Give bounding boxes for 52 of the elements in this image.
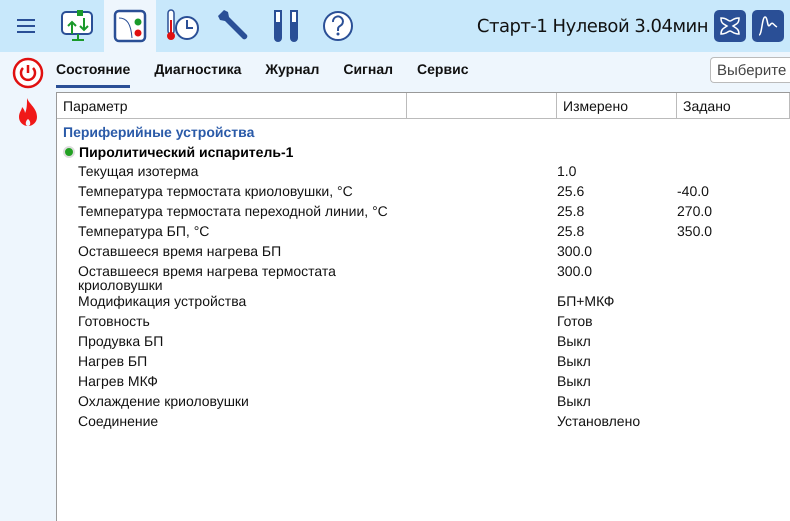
- table-cell-text: 350.0: [677, 222, 714, 241]
- table-cell-text: Готовность: [77, 312, 151, 331]
- peak-icon: [757, 15, 779, 37]
- table-cell-text: -40.0: [677, 182, 710, 201]
- table-cell-text: Выкл: [557, 332, 592, 351]
- table-cell-text: Продувка БП: [77, 332, 164, 351]
- table-cell-text: Охлаждение криоловушки: [77, 392, 250, 411]
- toolbar-button[interactable]: [752, 10, 784, 42]
- table-cell-text: Выкл: [557, 392, 592, 411]
- table-cell-text: Нагрев МКФ: [77, 372, 159, 391]
- column-header[interactable]: Измерено: [557, 93, 677, 119]
- column-header[interactable]: Параметр: [57, 93, 407, 119]
- table-cell-text: 1.0: [557, 162, 578, 181]
- tab[interactable]: Сигнал: [343, 52, 394, 88]
- table-cell-text: Текущая изотерма: [77, 162, 200, 181]
- side-button[interactable]: [10, 56, 46, 90]
- table-cell-text: Оставшееся время нагрева термостата криоловушки: [77, 262, 337, 292]
- butterfly-icon: [719, 15, 741, 37]
- table-cell-text: Установлено: [557, 412, 642, 431]
- table-cell-text: Выкл: [557, 352, 592, 371]
- tab[interactable]: Состояние: [56, 52, 130, 88]
- table-cell-text: 25.6: [557, 182, 586, 201]
- table-cell-text: БП+МКФ: [557, 292, 616, 311]
- table-cell-text: Температура термостата криоловушки, °C: [77, 182, 354, 201]
- toolbar-button[interactable]: [104, 0, 156, 52]
- monitor-arrows-icon: [60, 8, 96, 44]
- table-cell-text: 300.0: [557, 262, 594, 281]
- run-status: Старт-1 Нулевой 3.04мин: [476, 16, 708, 36]
- toolbar-button[interactable]: [714, 10, 746, 42]
- device-name: Пиролитический испаритель-1: [79, 144, 294, 160]
- help-icon: [322, 10, 354, 42]
- group-title: Периферийные устройства: [62, 123, 256, 142]
- tab[interactable]: Журнал: [265, 52, 320, 88]
- table-cell-text: Температура БП, °C: [77, 222, 210, 241]
- tab[interactable]: Сервис: [417, 52, 468, 88]
- menu-icon: [16, 18, 36, 34]
- table-cell-text: Нагрев БП: [77, 352, 148, 371]
- table-cell-text: 25.8: [557, 202, 586, 221]
- table-cell-text: Готов: [557, 312, 594, 331]
- select-field[interactable]: Выберите: [710, 57, 790, 83]
- power-icon: [12, 57, 44, 89]
- table-cell-text: Оставшееся время нагрева БП: [77, 242, 282, 261]
- table-cell-text: 270.0: [677, 202, 714, 221]
- table-cell-text: Соединение: [77, 412, 160, 431]
- column-header[interactable]: Задано: [677, 93, 790, 119]
- table-cell-text: 25.8: [557, 222, 586, 241]
- table-cell-text: Модификация устройства: [77, 293, 248, 311]
- table-cell-text: Выкл: [557, 372, 592, 391]
- table-cell-text: Температура термостата переходной линии, °C: [77, 202, 389, 221]
- table-cell-text: 300.0: [557, 242, 594, 261]
- chart-dots-icon: [113, 9, 147, 43]
- tab[interactable]: Диагностика: [154, 52, 242, 88]
